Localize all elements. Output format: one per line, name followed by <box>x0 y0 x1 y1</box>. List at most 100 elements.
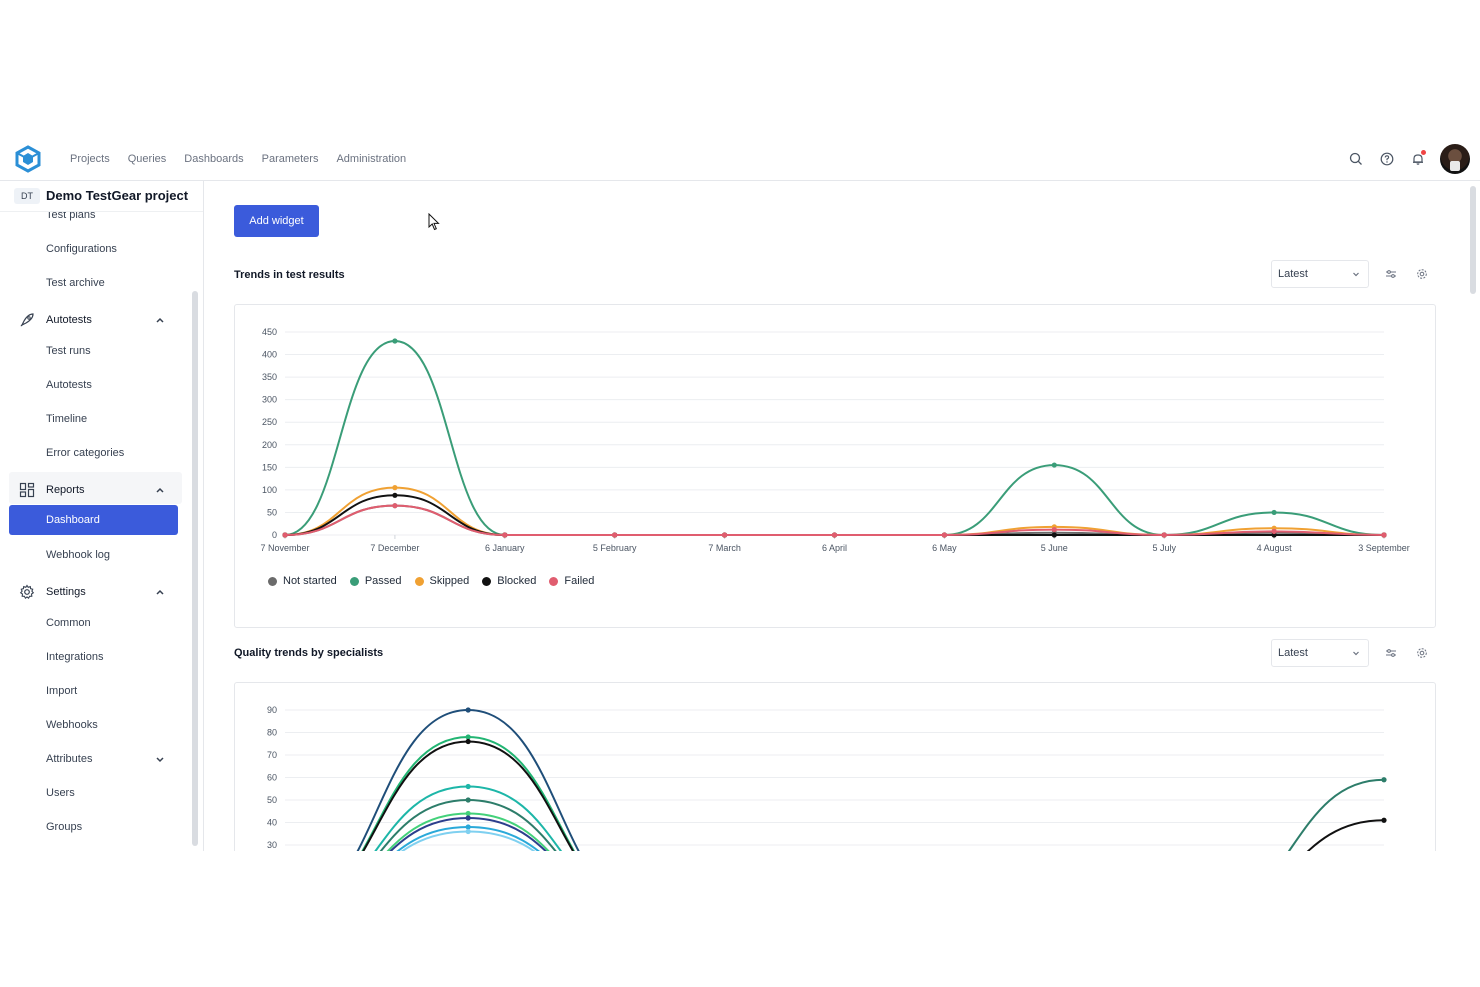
legend-label: Failed <box>564 575 595 587</box>
chevron-up-icon[interactable] <box>155 315 165 325</box>
notification-bell-icon[interactable] <box>1409 149 1427 168</box>
app-logo-icon[interactable] <box>14 145 42 173</box>
period-select[interactable]: Latest <box>1271 639 1369 667</box>
nav-projects[interactable]: Projects <box>70 153 110 165</box>
x-tick-label: 4 August <box>1257 543 1293 553</box>
sidebar-item-test-archive[interactable]: Test archive <box>46 277 105 289</box>
data-point[interactable] <box>831 532 838 538</box>
main-scrollbar[interactable] <box>1470 186 1476 294</box>
x-tick-label: 6 May <box>932 543 957 553</box>
sidebar-group-autotests[interactable]: Autotests <box>18 310 92 330</box>
search-icon[interactable] <box>1347 150 1365 168</box>
data-point[interactable] <box>1161 532 1167 538</box>
chevron-down-icon[interactable] <box>155 754 165 764</box>
chevron-down-icon <box>1353 651 1359 656</box>
x-tick-label: 3 September <box>1358 543 1410 553</box>
add-widget-button[interactable]: Add widget <box>234 205 319 237</box>
data-point[interactable] <box>392 503 398 509</box>
data-point[interactable] <box>465 707 471 713</box>
y-tick-label: 70 <box>267 750 277 760</box>
data-point[interactable] <box>465 824 471 830</box>
data-point[interactable] <box>392 492 398 498</box>
x-tick-label: 6 January <box>485 543 525 553</box>
legend-item-passed[interactable]: Passed <box>349 575 402 587</box>
y-tick-label: 50 <box>267 795 277 805</box>
sidebar-item-webhooks[interactable]: Webhooks <box>46 719 98 731</box>
specialists-chart-card: 30 40 50 60 70 80 90 <box>234 682 1436 851</box>
period-select[interactable]: Latest <box>1271 260 1369 288</box>
trends-line-chart: 0 50 100 150 200 250 300 350 400 450 7 November 7 D… <box>260 327 1410 553</box>
nav-administration[interactable]: Administration <box>336 153 406 165</box>
gear-icon <box>18 583 36 601</box>
widget-settings-gear-icon[interactable] <box>1415 267 1429 281</box>
sidebar-item-timeline[interactable]: Timeline <box>46 413 87 425</box>
data-point[interactable] <box>465 783 471 790</box>
sidebar-item-webhook-log[interactable]: Webhook log <box>46 549 110 561</box>
y-tick-label: 350 <box>262 372 277 382</box>
nav-queries[interactable]: Queries <box>128 153 167 165</box>
sidebar-item-dashboard[interactable]: Dashboard <box>9 505 178 535</box>
data-point[interactable] <box>1381 777 1387 783</box>
series-line <box>396 825 541 851</box>
chevron-up-icon[interactable] <box>155 485 165 495</box>
sidebar-group-reports[interactable]: Reports <box>18 480 85 500</box>
data-point[interactable] <box>1381 532 1387 538</box>
sidebar-item-configurations[interactable]: Configurations <box>46 243 117 255</box>
filter-icon[interactable] <box>1384 646 1398 660</box>
data-point[interactable] <box>1271 509 1277 516</box>
sidebar-item-attributes[interactable]: Attributes <box>46 753 92 765</box>
legend-dot <box>268 576 277 586</box>
data-point[interactable] <box>465 738 471 745</box>
sidebar-item-users[interactable]: Users <box>46 787 75 799</box>
sidebar-group-label: Reports <box>46 484 85 496</box>
sidebar-item-integrations[interactable]: Integrations <box>46 651 103 663</box>
sidebar-item-autotests[interactable]: Autotests <box>46 379 92 391</box>
x-tick-label: 6 April <box>822 543 847 553</box>
sidebar-item-test-runs[interactable]: Test runs <box>46 345 91 357</box>
data-point[interactable] <box>282 532 288 538</box>
series-line <box>284 486 1385 537</box>
legend-label: Skipped <box>429 575 470 587</box>
avatar[interactable] <box>1440 143 1470 174</box>
chevron-up-icon[interactable] <box>155 587 165 597</box>
y-tick-label: 50 <box>267 507 277 517</box>
sidebar-group-label: Autotests <box>46 314 92 326</box>
filter-icon[interactable] <box>1384 267 1398 281</box>
data-point[interactable] <box>1271 528 1277 534</box>
legend-item-skipped[interactable]: Skipped <box>414 575 470 587</box>
x-tick-label: 7 November <box>260 543 309 553</box>
data-point[interactable] <box>465 828 471 835</box>
sidebar-item-common[interactable]: Common <box>46 617 91 629</box>
sidebar-item-import[interactable]: Import <box>46 685 77 697</box>
legend-dot <box>349 576 359 586</box>
data-point[interactable] <box>1051 532 1057 538</box>
sidebar-group-settings[interactable]: Settings <box>18 582 86 602</box>
sidebar-group-label: Settings <box>46 586 86 598</box>
sidebar-item-error-categories[interactable]: Error categories <box>46 447 124 459</box>
data-point[interactable] <box>1381 817 1387 823</box>
project-header[interactable]: DT Demo TestGear project <box>0 181 203 212</box>
legend-item-failed[interactable]: Failed <box>549 575 594 587</box>
nav-parameters[interactable]: Parameters <box>262 153 319 165</box>
sidebar-item-groups[interactable]: Groups <box>46 821 82 833</box>
data-point[interactable] <box>392 485 398 491</box>
app-window: Projects Queries Dashboards Parameters A… <box>0 137 1480 851</box>
data-point[interactable] <box>465 810 471 817</box>
data-point[interactable] <box>465 815 471 821</box>
data-point[interactable] <box>1051 462 1057 468</box>
legend-item-blocked[interactable]: Blocked <box>482 575 536 587</box>
sidebar-scrollbar[interactable] <box>192 291 198 846</box>
data-point[interactable] <box>502 532 508 538</box>
data-point[interactable] <box>392 338 398 344</box>
widget-settings-gear-icon[interactable] <box>1415 646 1429 660</box>
data-point[interactable] <box>941 532 948 538</box>
data-point[interactable] <box>612 532 618 538</box>
data-point[interactable] <box>465 734 471 740</box>
help-icon[interactable] <box>1378 150 1396 168</box>
data-point[interactable] <box>722 532 728 538</box>
nav-dashboards[interactable]: Dashboards <box>184 153 243 165</box>
specialists-line-chart: 30 40 50 60 70 80 90 <box>267 705 1387 851</box>
data-point[interactable] <box>1051 526 1057 533</box>
legend-item-not-started[interactable]: Not started <box>268 575 337 587</box>
data-point[interactable] <box>465 797 471 803</box>
